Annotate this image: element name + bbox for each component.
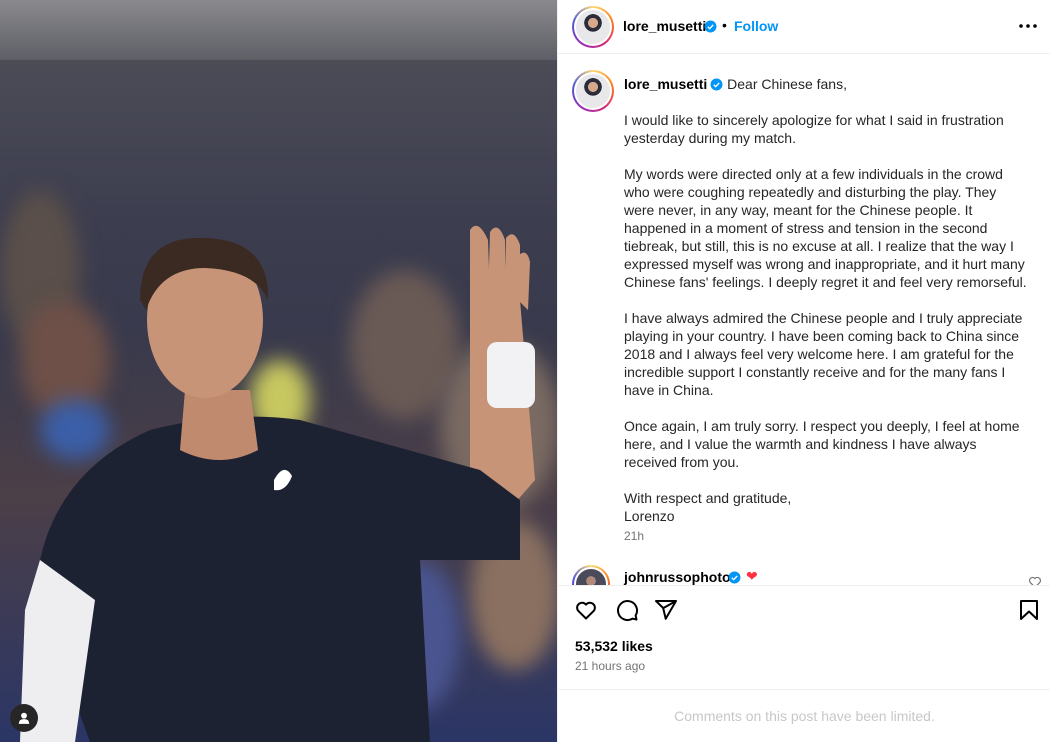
caption-paragraph: Once again, I am truly sorry. I respect … [624, 418, 1020, 470]
post-photo[interactable] [0, 0, 557, 742]
comment-like-heart-icon[interactable] [1028, 575, 1042, 585]
comment-row: johnrussophoto ❤ [558, 563, 1050, 585]
comments-limited-notice: Comments on this post have been limited. [558, 689, 1050, 742]
header-separator: • [722, 17, 727, 33]
save-bookmark-icon[interactable] [1017, 598, 1041, 622]
author-username[interactable]: lore_musetti [623, 18, 706, 34]
user-icon [18, 712, 30, 724]
post-detail-panel: lore_musetti • Follow lore_musetti Dear … [557, 0, 1050, 742]
comment-bubble-icon[interactable] [615, 598, 639, 622]
verified-badge-icon [704, 20, 717, 33]
post-caption: lore_musetti Dear Chinese fans, I would … [624, 75, 1029, 525]
caption-signature: Lorenzo [624, 508, 675, 524]
post-header: lore_musetti • Follow [558, 0, 1050, 54]
likes-count[interactable]: 53,532 likes [575, 638, 653, 654]
more-options-icon[interactable] [1016, 14, 1040, 38]
post-timestamp[interactable]: 21 hours ago [575, 659, 645, 673]
caption-author-avatar[interactable] [572, 70, 614, 112]
caption-closing: With respect and gratitude, [624, 490, 792, 506]
commenter-avatar[interactable] [572, 565, 610, 585]
tagged-people-button[interactable] [10, 704, 38, 732]
commenter-username[interactable]: johnrussophoto [624, 569, 731, 585]
post-actions-bar: 53,532 likes 21 hours ago [558, 585, 1050, 689]
author-avatar[interactable] [572, 6, 614, 48]
follow-button[interactable]: Follow [734, 18, 778, 34]
comments-section[interactable]: lore_musetti Dear Chinese fans, I would … [558, 55, 1050, 585]
caption-opening: Dear Chinese fans, [727, 76, 847, 92]
caption-paragraph: I would like to sincerely apologize for … [624, 112, 1004, 146]
heart-emoji: ❤ [746, 568, 758, 584]
caption-timestamp[interactable]: 21h [624, 529, 644, 543]
caption-paragraph: I have always admired the Chinese people… [624, 310, 1023, 398]
tennis-player-figure [20, 225, 535, 742]
caption-paragraph: My words were directed only at a few ind… [624, 166, 1027, 290]
caption-author-username[interactable]: lore_musetti [624, 76, 707, 92]
like-heart-icon[interactable] [574, 598, 598, 622]
verified-badge-icon [728, 571, 741, 584]
verified-badge-icon [710, 78, 723, 91]
share-paper-plane-icon[interactable] [654, 598, 678, 622]
